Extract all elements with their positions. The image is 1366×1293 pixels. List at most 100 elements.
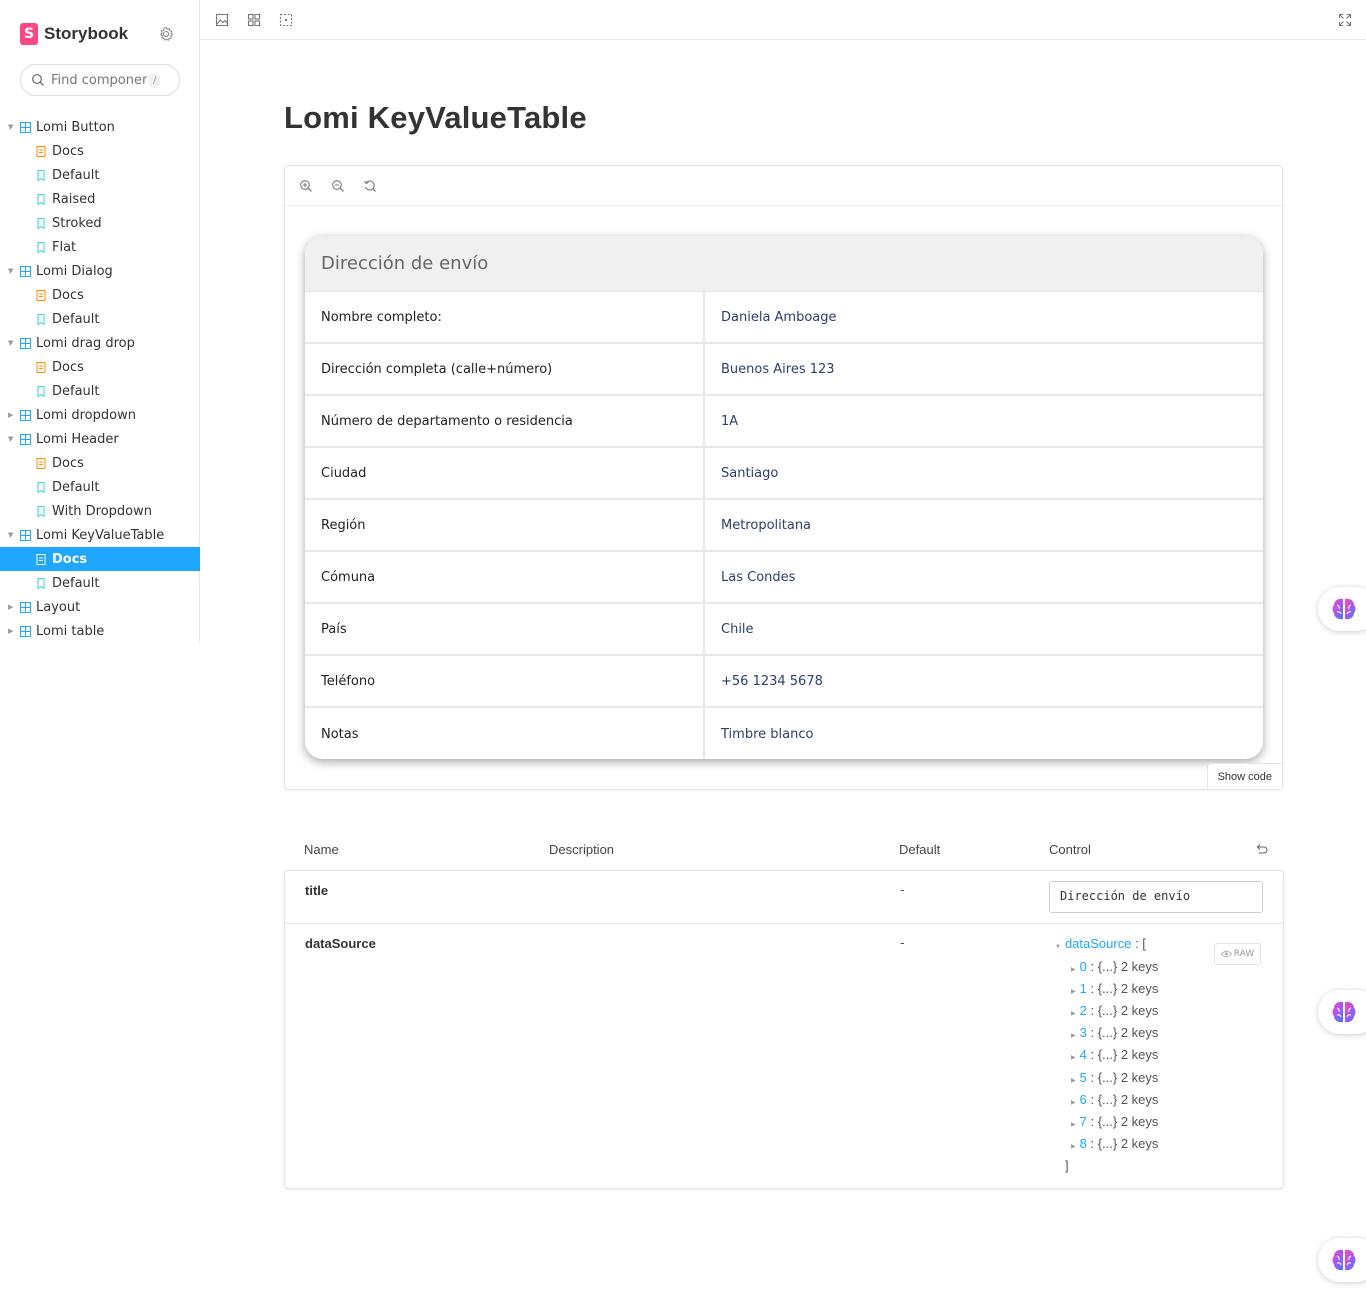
sidebar-item-default[interactable]: Default <box>0 571 200 595</box>
caret-right-icon[interactable]: ▶ <box>1071 1055 1076 1061</box>
grid-icon[interactable] <box>247 13 261 27</box>
caret-right-icon[interactable]: ▶ <box>1071 1144 1076 1150</box>
kv-value: Santiago <box>721 465 779 481</box>
arg-row-title: title - <box>285 871 1283 924</box>
sidebar-item-default[interactable]: Default <box>0 307 200 331</box>
caret-down-icon[interactable]: ▼ <box>8 339 16 347</box>
json-item-line[interactable]: ▶ 3 : {...} 2 keys <box>1071 1025 1158 1040</box>
sidebar-item-default[interactable]: Default <box>0 163 200 187</box>
sidebar-item-lomi-keyvaluetable[interactable]: ▼ Lomi KeyValueTable <box>0 523 200 547</box>
json-item-line[interactable]: ▶ 2 : {...} 2 keys <box>1071 1003 1158 1018</box>
sidebar-item-label: Layout <box>36 599 81 615</box>
sidebar-item-docs[interactable]: Docs <box>0 355 200 379</box>
json-item-summary: {...} 2 keys <box>1097 1047 1159 1063</box>
json-item-line[interactable]: ▶ 1 : {...} 2 keys <box>1071 981 1158 996</box>
json-item-index: 5 <box>1079 1069 1087 1085</box>
sidebar-item-lomi-button[interactable]: ▼ Lomi Button <box>0 115 200 139</box>
args-table: title - dataSource - ▼dataSource : [▶0 :… <box>284 870 1284 1189</box>
search-icon <box>32 74 44 86</box>
json-root-line[interactable]: ▼ dataSource : [ <box>1055 936 1146 951</box>
sidebar-item-layout[interactable]: ▶ Layout <box>0 595 200 619</box>
assistant-button[interactable] <box>1318 1238 1366 1282</box>
caret-right-icon[interactable]: ▶ <box>1071 967 1076 973</box>
assistant-button[interactable] <box>1318 990 1366 1034</box>
search-box[interactable]: / <box>20 64 180 96</box>
caret-right-icon[interactable]: ▶ <box>8 627 16 635</box>
caret-down-icon[interactable]: ▼ <box>8 531 16 539</box>
sidebar-item-with-dropdown[interactable]: With Dropdown <box>0 499 200 523</box>
search-input[interactable] <box>51 72 147 88</box>
sidebar-item-lomi-table[interactable]: ▶ Lomi table <box>0 619 200 643</box>
component-icon <box>20 601 31 613</box>
kv-key: Notas <box>305 708 705 759</box>
caret-down-icon[interactable]: ▼ <box>8 267 16 275</box>
json-item-line[interactable]: ▶ 4 : {...} 2 keys <box>1071 1047 1158 1062</box>
sidebar-item-label: Docs <box>52 287 84 303</box>
caret-right-icon[interactable]: ▶ <box>1071 1033 1076 1039</box>
assistant-button[interactable] <box>1318 587 1366 631</box>
sidebar-item-lomi-drag-drop[interactable]: ▼ Lomi drag drop <box>0 331 200 355</box>
bookmark-icon <box>37 313 45 325</box>
json-colon: : <box>1131 936 1143 951</box>
gear-icon[interactable] <box>158 26 174 42</box>
sidebar-item-docs[interactable]: Docs <box>0 451 200 475</box>
fullscreen-icon[interactable] <box>1338 13 1352 27</box>
key-value-row: Número de departamento o residencia 1A <box>305 396 1263 448</box>
caret-down-icon[interactable]: ▼ <box>8 123 16 131</box>
column-header-control: Control <box>1049 842 1091 857</box>
caret-right-icon[interactable]: ▶ <box>8 603 16 611</box>
json-item-line[interactable]: ▶ 7 : {...} 2 keys <box>1071 1114 1158 1129</box>
sidebar-item-lomi-dropdown[interactable]: ▶ Lomi dropdown <box>0 403 200 427</box>
caret-right-icon[interactable]: ▶ <box>1071 1078 1076 1084</box>
outline-icon[interactable] <box>279 13 293 27</box>
zoom-in-icon[interactable] <box>299 179 313 193</box>
caret-down-icon[interactable]: ▼ <box>8 435 16 443</box>
json-item-line[interactable]: ▶ 5 : {...} 2 keys <box>1071 1070 1158 1085</box>
sidebar-item-lomi-header[interactable]: ▼ Lomi Header <box>0 427 200 451</box>
caret-down-icon[interactable]: ▼ <box>1055 944 1061 950</box>
json-colon: : <box>1086 1047 1098 1063</box>
zoom-reset-icon[interactable] <box>363 179 377 193</box>
sidebar-item-stroked[interactable]: Stroked <box>0 211 200 235</box>
caret-right-icon[interactable]: ▶ <box>1071 1100 1076 1106</box>
json-item-index: 7 <box>1079 1113 1087 1129</box>
json-item-line[interactable]: ▶ 0 : {...} 2 keys <box>1071 959 1158 974</box>
reset-controls-icon[interactable] <box>1254 842 1268 856</box>
show-code-button[interactable]: Show code <box>1206 763 1282 789</box>
zoom-out-icon[interactable] <box>331 179 345 193</box>
kv-key: Dirección completa (calle+número) <box>305 344 705 394</box>
sidebar-item-docs[interactable]: Docs <box>0 283 200 307</box>
preview-zoom-bar <box>285 166 1282 206</box>
kv-key: Nombre completo: <box>305 292 705 342</box>
caret-right-icon[interactable]: ▶ <box>1071 1122 1076 1128</box>
brand[interactable]: S Storybook <box>20 22 128 46</box>
kv-key: Ciudad <box>305 448 705 498</box>
sidebar-item-docs[interactable]: Docs <box>0 139 200 163</box>
json-item-line[interactable]: ▶ 6 : {...} 2 keys <box>1071 1092 1158 1107</box>
title-control-input[interactable] <box>1049 881 1263 913</box>
json-item-summary: {...} 2 keys <box>1097 1091 1159 1107</box>
sidebar-item-raised[interactable]: Raised <box>0 187 200 211</box>
json-item-line[interactable]: ▶ 8 : {...} 2 keys <box>1071 1136 1158 1151</box>
background-image-icon[interactable] <box>215 13 229 27</box>
kv-value: Metropolitana <box>721 517 812 533</box>
preview-canvas: Dirección de envío Nombre completo: Danie… <box>284 165 1283 790</box>
json-colon: : <box>1086 1069 1098 1085</box>
key-value-row: Notas Timbre blanco <box>305 708 1263 759</box>
caret-right-icon[interactable]: ▶ <box>1071 989 1076 995</box>
sidebar-item-default[interactable]: Default <box>0 475 200 499</box>
arg-name: dataSource <box>305 936 376 951</box>
caret-right-icon[interactable]: ▶ <box>8 411 16 419</box>
component-icon <box>20 625 31 637</box>
sidebar-item-default[interactable]: Default <box>0 379 200 403</box>
sidebar-item-lomi-dialog[interactable]: ▼ Lomi Dialog <box>0 259 200 283</box>
sidebar-item-flat[interactable]: Flat <box>0 235 200 259</box>
sidebar-item-label: Default <box>52 311 100 327</box>
sidebar-item-docs[interactable]: Docs <box>0 547 200 571</box>
sidebar-item-label: Docs <box>52 551 88 567</box>
raw-toggle-button[interactable]: RAW <box>1214 943 1261 965</box>
caret-right-icon[interactable]: ▶ <box>1071 1011 1076 1017</box>
sidebar-item-label: Default <box>52 167 100 183</box>
json-item-index: 2 <box>1079 1003 1087 1019</box>
key-value-table-title: Dirección de envío <box>305 236 1263 292</box>
